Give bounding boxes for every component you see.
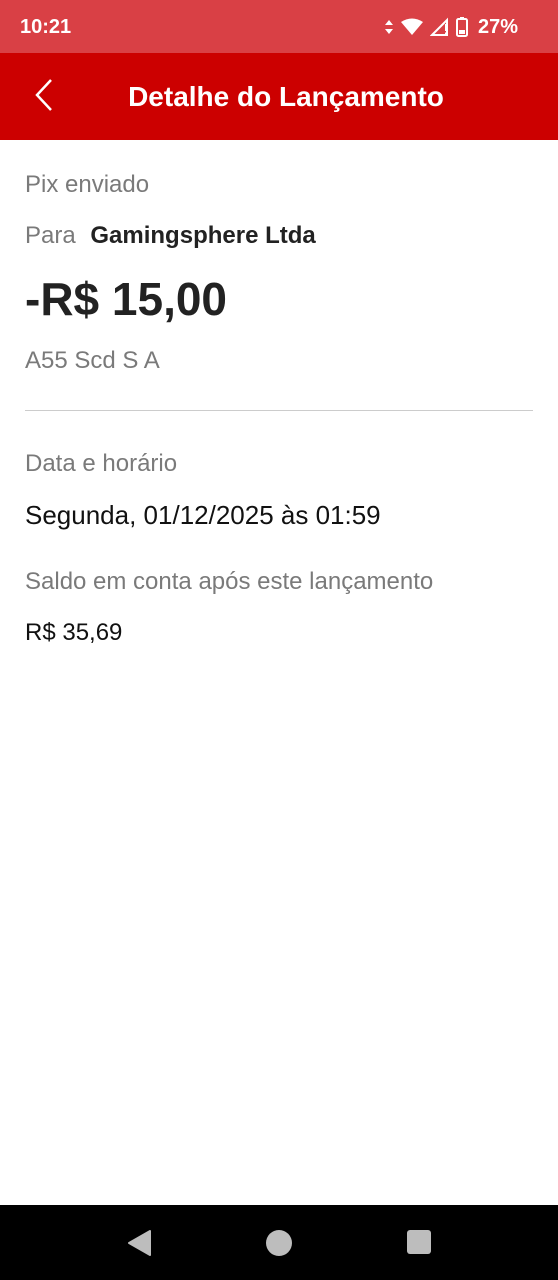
system-nav-bar <box>0 1205 558 1280</box>
status-time: 10:21 <box>20 16 72 38</box>
wifi-icon <box>400 18 424 36</box>
data-arrows-icon <box>384 19 394 35</box>
balance-label: Saldo em conta após este lançamento <box>25 568 434 595</box>
home-circle-icon[interactable] <box>265 1229 293 1262</box>
datetime-label: Data e horário <box>25 450 178 477</box>
recipient-label: Para <box>25 222 76 249</box>
recents-square-icon[interactable] <box>406 1229 432 1260</box>
signal-icon <box>429 17 450 37</box>
recipient-bank: A55 Scd S A <box>25 347 160 374</box>
transaction-type: Pix enviado <box>25 171 150 198</box>
app-header: Detalhe do Lançamento <box>0 53 558 140</box>
datetime-value: Segunda, 01/12/2025 às 01:59 <box>25 500 381 530</box>
battery-icon <box>455 17 468 37</box>
balance-value: R$ 35,69 <box>25 619 123 646</box>
divider <box>25 410 533 411</box>
page-title: Detalhe do Lançamento <box>128 81 444 112</box>
recipient-row: Para Gamingsphere Ltda <box>25 222 316 250</box>
transaction-amount: -R$ 15,00 <box>25 273 228 325</box>
status-icons: 27% <box>384 14 518 40</box>
battery-percent: 27% <box>477 15 518 38</box>
back-triangle-icon[interactable] <box>126 1229 152 1262</box>
status-bar: 10:21 27% <box>0 0 558 53</box>
recipient-name: Gamingsphere Ltda <box>90 222 316 249</box>
